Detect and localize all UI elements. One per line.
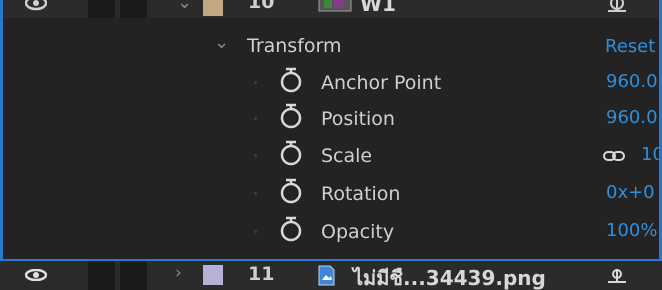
property-name: Position [321,108,395,130]
property-bullet [254,192,257,195]
stopwatch-icon[interactable] [278,140,304,166]
lock-switch[interactable] [120,261,147,290]
transform-reset-link[interactable]: Reset [605,36,655,57]
stopwatch-icon[interactable] [278,178,304,204]
property-name: Rotation [321,183,401,205]
property-bullet [254,154,257,157]
timeline-layer-panel: ⌄ 10 W1 ⌄ Transform Reset Anchor Point 9… [0,0,662,290]
layer-row-11[interactable]: › 11 ไม่มีชื...34439.png [0,261,662,290]
stopwatch-icon[interactable] [278,216,304,242]
chevron-down-icon[interactable]: ⌄ [177,0,192,12]
layer-name[interactable]: ไม่มีชื...34439.png [353,262,546,290]
property-row-anchor-point[interactable]: Anchor Point 960.0 [0,64,662,100]
transform-group-label: Transform [247,35,342,57]
property-row-position[interactable]: Position 960.0 [0,100,662,136]
selection-outline-left [0,0,3,262]
chevron-right-icon[interactable]: › [175,265,182,282]
property-name: Scale [321,145,373,167]
property-value[interactable]: 960.0 [606,71,658,92]
property-value[interactable]: 0x+0 [606,182,655,203]
parent-pickwhip-icon[interactable] [606,0,628,12]
property-row-rotation[interactable]: Rotation 0x+0 [0,174,662,212]
property-name: Anchor Point [321,72,442,94]
layer-row-10[interactable]: ⌄ 10 W1 [0,0,662,18]
label-color-swatch[interactable] [203,0,223,16]
property-bullet [254,230,257,233]
stopwatch-icon[interactable] [278,67,304,93]
property-value[interactable]: 960.0 [606,107,658,128]
chevron-down-icon[interactable]: ⌄ [214,34,229,52]
layer-name[interactable]: W1 [360,0,396,16]
layer-number: 10 [248,0,275,13]
eye-icon[interactable] [25,269,47,281]
solo-switch[interactable] [88,0,115,18]
property-bullet [254,117,257,120]
composition-icon [318,0,352,12]
parent-pickwhip-icon[interactable] [606,269,628,283]
property-value[interactable]: 100% [606,220,657,241]
property-row-opacity[interactable]: Opacity 100% [0,212,662,250]
transform-group-row[interactable]: ⌄ Transform Reset [0,30,662,64]
constrain-proportions-link-icon[interactable] [603,149,625,163]
label-color-swatch[interactable] [203,265,223,285]
image-file-icon [318,265,335,286]
eye-icon[interactable] [25,0,47,12]
property-row-scale[interactable]: Scale 10 [0,136,662,174]
solo-switch[interactable] [88,261,115,290]
stopwatch-icon[interactable] [278,103,304,129]
lock-switch[interactable] [120,0,147,18]
property-name: Opacity [321,221,395,243]
property-bullet [254,81,257,84]
layer-number: 11 [248,263,275,285]
